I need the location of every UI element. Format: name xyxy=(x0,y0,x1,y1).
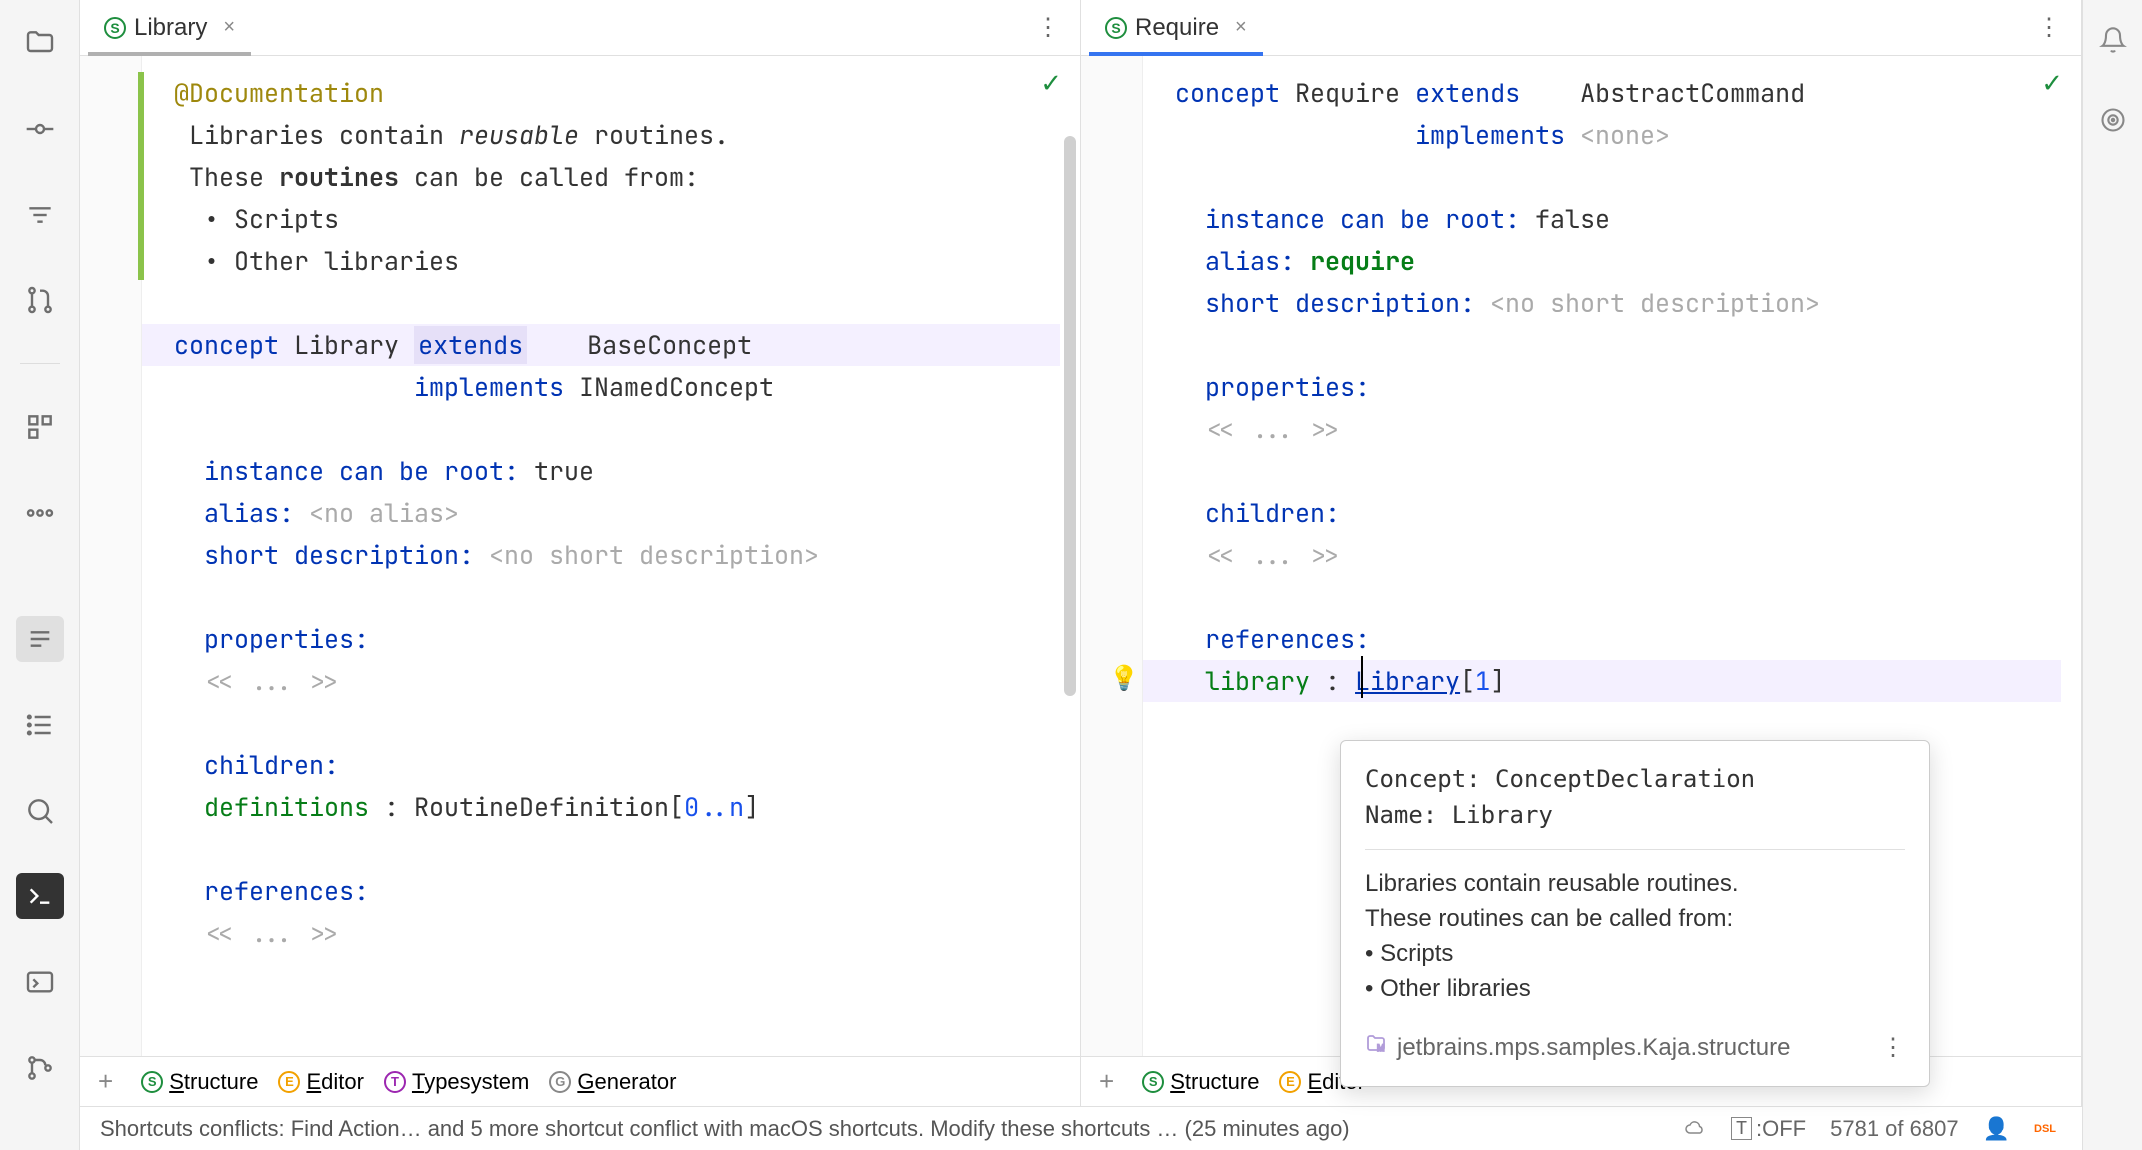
code-area[interactable]: @Documentation Libraries contain reusabl… xyxy=(142,56,1080,1056)
status-dsl-icon[interactable]: DSL xyxy=(2028,1121,2062,1137)
module-icon: M xyxy=(1365,1030,1387,1066)
console-icon[interactable] xyxy=(16,959,64,1005)
status-chars[interactable]: 5781 of 6807 xyxy=(1824,1114,1964,1144)
status-toff[interactable]: T:OFF xyxy=(1725,1114,1812,1144)
more-icon[interactable] xyxy=(16,490,64,536)
aspect-typesystem[interactable]: TTypesystem xyxy=(384,1069,529,1095)
tab-title: Require xyxy=(1135,14,1219,42)
terminal-icon[interactable] xyxy=(16,873,64,919)
status-cloud-icon[interactable] xyxy=(1677,1115,1713,1143)
statusbar: Shortcuts conflicts: Find Action… and 5 … xyxy=(80,1106,2082,1150)
structure-icon[interactable] xyxy=(16,404,64,450)
popup-more-icon[interactable]: ⋮ xyxy=(1881,1030,1905,1066)
tab-require[interactable]: S Require × xyxy=(1089,0,1263,55)
filter-icon[interactable] xyxy=(16,192,64,238)
git-icon[interactable] xyxy=(16,1045,64,1091)
tab-bar-right: S Require × ⋮ xyxy=(1081,0,2081,56)
notifications-icon[interactable] xyxy=(2093,20,2133,60)
tab-bar-left: S Library × ⋮ xyxy=(80,0,1080,56)
separator xyxy=(20,363,60,364)
add-aspect-button[interactable]: + xyxy=(1091,1066,1122,1097)
svg-text:M: M xyxy=(1377,1043,1385,1053)
add-aspect-button[interactable]: + xyxy=(90,1066,121,1097)
concept-s-icon: S xyxy=(1105,17,1127,39)
aspect-generator[interactable]: GGenerator xyxy=(549,1069,676,1095)
library-reference-link[interactable]: Library xyxy=(1355,664,1460,698)
status-user-icon[interactable]: 👤 xyxy=(1977,1114,2016,1144)
text-caret xyxy=(1361,656,1363,698)
project-icon[interactable] xyxy=(16,20,64,66)
popup-footer: M jetbrains.mps.samples.Kaja.structure ⋮ xyxy=(1365,1030,1905,1066)
tab-more-icon[interactable]: ⋮ xyxy=(1024,13,1072,42)
documentation-popup: Concept: ConceptDeclaration Name: Librar… xyxy=(1340,740,1930,1087)
tab-title: Library xyxy=(134,14,207,42)
pull-requests-icon[interactable] xyxy=(16,277,64,323)
right-toolwindow-bar xyxy=(2082,0,2142,1150)
commit-icon[interactable] xyxy=(16,106,64,152)
intention-bulb-icon[interactable]: 💡 xyxy=(1109,664,1139,693)
tab-library[interactable]: S Library × xyxy=(88,0,251,55)
aspect-structure[interactable]: SStructure xyxy=(141,1069,258,1095)
tab-more-icon[interactable]: ⋮ xyxy=(2025,13,2073,42)
status-message[interactable]: Shortcuts conflicts: Find Action… and 5 … xyxy=(100,1116,1350,1142)
aspect-structure[interactable]: SStructure xyxy=(1142,1069,1259,1095)
editor-pane-left: S Library × ⋮ ✓ @Documentation Libraries… xyxy=(80,0,1081,1106)
left-toolwindow-bar xyxy=(0,0,80,1150)
list-icon[interactable] xyxy=(16,702,64,748)
text-icon[interactable] xyxy=(16,616,64,662)
editor-body-left[interactable]: ✓ @Documentation Libraries contain reusa… xyxy=(80,56,1080,1056)
gutter xyxy=(80,56,142,1056)
popup-header: Concept: ConceptDeclaration Name: Librar… xyxy=(1365,761,1905,833)
close-icon[interactable]: × xyxy=(223,16,235,39)
aspect-tabs-left: + SStructure EEditor TTypesystem GGenera… xyxy=(80,1056,1080,1106)
ai-target-icon[interactable] xyxy=(2093,100,2133,140)
close-icon[interactable]: × xyxy=(1235,16,1247,39)
gutter xyxy=(1081,56,1143,1056)
aspect-editor[interactable]: EEditor xyxy=(278,1069,363,1095)
concept-s-icon: S xyxy=(104,17,126,39)
search-icon[interactable] xyxy=(16,788,64,834)
popup-body: Libraries contain reusable routines. The… xyxy=(1365,866,1905,1006)
popup-location[interactable]: jetbrains.mps.samples.Kaja.structure xyxy=(1397,1030,1791,1066)
